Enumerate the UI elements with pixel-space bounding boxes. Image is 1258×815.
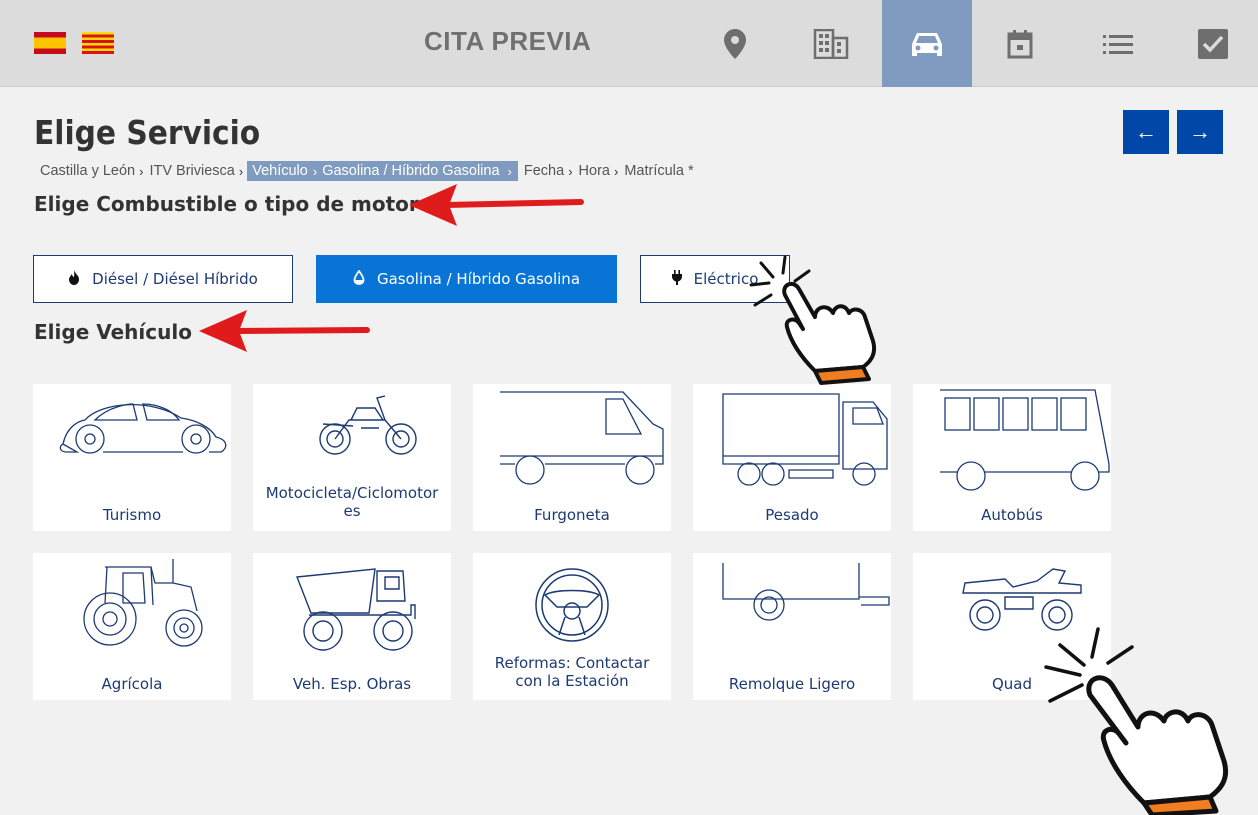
page-title: Elige Servicio [34,113,261,152]
card-label: Quad [991,675,1033,693]
gasoline-label: Gasolina / Híbrido Gasolina [376,270,581,288]
drop-icon [353,268,365,289]
plug-icon [671,269,682,289]
vehicle-card-obras[interactable]: Veh. Esp. Obras [253,553,451,700]
app-title: CITA PREVIA [424,26,592,56]
red-arrow-annotation [409,184,584,226]
vehicle-card-turismo[interactable]: Turismo [33,384,231,531]
checkbox-icon[interactable] [1168,0,1258,87]
card-label: Agrícola [101,675,163,693]
chevron-right-icon: › [568,163,573,179]
ca-flag-icon[interactable] [82,32,114,54]
vehicle-card-pesado[interactable]: Pesado [693,384,891,531]
chevron-right-icon: › [507,163,512,179]
breadcrumb-current: Vehículo › Gasolina / Híbrido Gasolina › [247,161,518,181]
card-label: Remolque Ligero [728,675,856,693]
electric-label: Eléctrico [693,270,759,288]
car-icon[interactable] [882,0,972,87]
breadcrumb-fuel[interactable]: Gasolina / Híbrido Gasolina [322,163,499,179]
vehicle-section-title: Elige Vehículo [34,320,192,344]
back-button[interactable]: ← [1123,110,1169,154]
vehicle-card-quad[interactable]: Quad [913,553,1111,700]
card-label-wrap: es [343,502,361,520]
card-label: Turismo [102,506,162,524]
breadcrumb-date[interactable]: Fecha [522,163,566,179]
top-bar: CITA PREVIA [0,0,1258,87]
card-label: Furgoneta [534,506,610,524]
chevron-right-icon: › [238,163,244,179]
card-label: Veh. Esp. Obras [292,675,412,693]
vehicle-card-autobus[interactable]: Autobús [913,384,1111,531]
electric-button[interactable]: Eléctrico [640,255,790,303]
diesel-label: Diésel / Diésel Híbrido [92,270,258,288]
building-icon[interactable] [786,0,876,87]
breadcrumb-region[interactable]: Castilla y León [38,163,137,179]
card-label: Motocicleta/Ciclomotor [265,484,439,502]
flame-icon [68,269,80,289]
gasoline-button[interactable]: Gasolina / Híbrido Gasolina [316,255,617,303]
calendar-icon[interactable] [975,0,1065,87]
vehicle-card-agricola[interactable]: Agrícola [33,553,231,700]
breadcrumb-plate[interactable]: Matrícula * [622,163,695,179]
location-pin-icon[interactable] [690,0,780,87]
breadcrumb-vehicle[interactable]: Vehículo [252,163,308,179]
breadcrumb-time[interactable]: Hora [577,163,612,179]
diesel-button[interactable]: Diésel / Diésel Híbrido [33,255,293,303]
vehicle-card-remolque[interactable]: Remolque Ligero [693,553,891,700]
chevron-right-icon: › [139,163,144,179]
next-button[interactable]: → [1177,110,1223,154]
vehicle-card-motocicleta[interactable]: Motocicleta/Ciclomotor es [253,384,451,531]
vehicle-card-furgoneta[interactable]: Furgoneta [473,384,671,531]
breadcrumb-station[interactable]: ITV Briviesca [147,163,236,179]
list-icon[interactable] [1073,0,1163,87]
fuel-section-title: Elige Combustible o tipo de motor [34,192,419,216]
chevron-right-icon: › [613,163,619,179]
card-label: Autobús [981,506,1043,524]
vehicle-card-reformas[interactable]: Reformas: Contactar con la Estación [473,553,671,700]
card-label: Reformas: Contactar [494,654,650,672]
red-arrow-annotation [199,310,370,352]
card-label: Pesado [765,506,819,524]
chevron-right-icon: › [312,163,318,179]
card-label-wrap: con la Estación [515,672,629,690]
es-flag-icon[interactable] [34,32,66,54]
breadcrumb: Castilla y León › ITV Briviesca › Vehículo… [38,160,696,182]
